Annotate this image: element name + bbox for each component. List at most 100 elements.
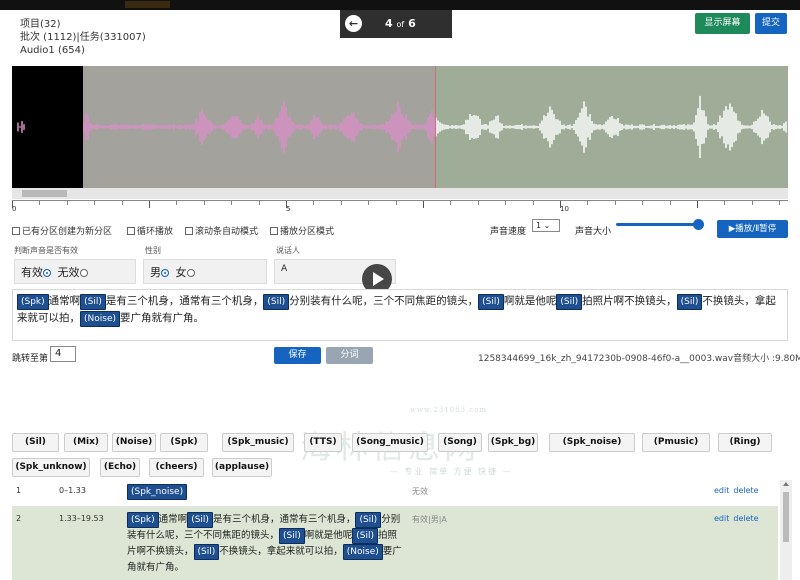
row-index: 1 <box>16 486 22 495</box>
timeline-tick <box>94 201 96 205</box>
label-tag: (Sil) <box>676 294 703 310</box>
volume-slider-handle[interactable] <box>693 219 704 230</box>
label-button[interactable]: (Noise) <box>112 433 156 452</box>
label-button[interactable]: (Spk) <box>160 433 208 452</box>
delete-link[interactable]: delete <box>733 486 758 495</box>
transcript-text: 是有三个机身，通常有三个机身， <box>105 295 264 307</box>
transcript-text: 不换镜头，拿起来就可以拍， <box>219 546 343 557</box>
show-shortcuts-button[interactable]: 显示屏幕 <box>695 13 750 34</box>
transcript-text: 啊就是他呢 <box>304 530 353 541</box>
option-play-partition[interactable]: 播放分区模式 <box>270 224 334 237</box>
timeline-tick <box>669 201 671 205</box>
waveform-scrollbar[interactable] <box>12 188 788 199</box>
timeline-tick <box>231 201 233 205</box>
row-status: 无效 <box>412 487 428 496</box>
label-button[interactable]: (Spk_bg) <box>488 433 538 452</box>
gender-male-radio[interactable] <box>161 269 169 277</box>
row-transcript: (Spk_noise) <box>127 484 402 500</box>
table-row[interactable]: 1 0–1.33 (Spk_noise) 无效 edit delete <box>12 480 778 507</box>
option-scroll-auto[interactable]: 滚动条自动模式 <box>185 224 258 237</box>
save-button[interactable]: 保存 <box>274 347 321 364</box>
watermark-url: www.231083.com <box>410 406 488 414</box>
label-tag: (Sil) <box>193 544 220 560</box>
submit-button[interactable]: 提交 <box>755 13 787 34</box>
label-button[interactable]: (Song_music) <box>352 433 428 452</box>
speaker-value: A <box>281 264 288 274</box>
timeline-tick <box>203 201 205 205</box>
label-button[interactable]: (Spk_music) <box>222 433 294 452</box>
waveform-scroll-thumb[interactable] <box>22 190 67 197</box>
option-auto-new-partition[interactable]: 已有分区创建为新分区 <box>12 224 112 237</box>
valid-no-radio[interactable] <box>79 269 88 277</box>
label-tag: (Spk) <box>127 512 159 528</box>
scroll-up-icon[interactable] <box>783 482 789 486</box>
label-button[interactable]: (Mix) <box>64 433 108 452</box>
gender-female-label: 女 <box>175 266 187 279</box>
checkbox[interactable] <box>270 227 278 235</box>
row-time: 0–1.33 <box>59 486 86 495</box>
project-label: 项目(32) <box>20 19 61 30</box>
back-arrow-icon[interactable]: ← <box>345 15 362 32</box>
jump-input[interactable]: 4 <box>50 346 76 362</box>
playhead-cursor[interactable] <box>435 66 436 188</box>
valid-yes-radio[interactable] <box>43 269 51 277</box>
checkbox[interactable] <box>12 227 20 235</box>
transcript-editor[interactable]: (Spk) 通常啊 (Sil) 是有三个机身，通常有三个机身， (Sil) 分别装有什么呢… <box>12 289 788 341</box>
label-button[interactable]: (TTS) <box>304 433 342 452</box>
checkbox[interactable] <box>127 227 135 235</box>
edit-link[interactable]: edit <box>714 514 729 523</box>
timeline-tick <box>697 201 698 208</box>
label-button[interactable]: (Spk_unknow) <box>12 458 90 477</box>
label-button[interactable]: (applause) <box>212 458 272 477</box>
volume-label: 声音大小 <box>575 227 612 237</box>
speed-label: 声音速度 <box>490 227 527 237</box>
play-pause-button[interactable]: ▶播放/Ⅱ暂停 <box>717 220 788 238</box>
row-index: 2 <box>16 514 22 523</box>
row-actions: edit delete <box>714 514 763 523</box>
timeline-tick <box>39 201 41 205</box>
task-info: 项目(32) 批次 (1112)|任务(331007) Audio1 (654) <box>20 18 146 57</box>
waveform[interactable] <box>12 66 788 188</box>
valid-radio-group: 有效 无效 <box>14 259 136 284</box>
table-scrollbar[interactable] <box>780 480 792 580</box>
checkbox[interactable] <box>185 227 193 235</box>
label-button[interactable]: (Pmusic) <box>642 433 710 452</box>
volume-slider[interactable] <box>616 223 698 226</box>
label-tag: (Sil) <box>478 294 504 310</box>
watermark: www.231083.com 海林信息网 — 专业 简单 方便 快捷 — <box>300 406 560 482</box>
transcript-text: 通常啊 <box>158 514 188 525</box>
label-button[interactable]: (Spk_noise) <box>549 433 635 452</box>
label-tag: (Noise) <box>80 311 120 327</box>
label-button[interactable]: (Song) <box>438 433 482 452</box>
top-bar <box>0 0 800 10</box>
timeline-tick <box>724 201 726 205</box>
transcript-text: 啊就是他呢 <box>503 295 557 307</box>
label-button[interactable]: (Echo) <box>100 458 140 477</box>
speaker-label: 说话人 <box>276 246 300 255</box>
label-button[interactable]: (Sil) <box>12 433 59 452</box>
timeline-tick <box>450 201 452 205</box>
gender-female-radio[interactable] <box>186 269 195 277</box>
timeline-tick <box>313 201 315 205</box>
timeline-tick <box>395 201 397 205</box>
label-tag: (Sil) <box>352 528 379 544</box>
file-info: 1258344699_16k_zh_9417230b-0908-46f0-a__… <box>478 354 800 364</box>
timeline-tick <box>176 201 178 205</box>
speed-select[interactable]: 1 ⌄ <box>532 219 560 232</box>
page-position: 4 of 6 <box>385 17 416 30</box>
transcript-text: 拍照片啊不换镜头， <box>582 295 677 307</box>
table-scroll-thumb[interactable] <box>783 492 789 542</box>
edit-link[interactable]: edit <box>714 486 729 495</box>
label-tag: (Spk) <box>17 294 49 310</box>
label-button[interactable]: (Ring) <box>718 433 772 452</box>
timeline-tick <box>258 201 260 205</box>
valid-label: 判断声音是否有效 <box>14 246 78 255</box>
table-row[interactable]: 2 1.33–19.53 (Spk) 通常啊 (Sil) 是有三个机身，通常有三个机身… <box>12 507 778 580</box>
annotation-app: 项目(32) 批次 (1112)|任务(331007) Audio1 (654)… <box>0 0 800 580</box>
label-button[interactable]: (cheers) <box>149 458 204 477</box>
delete-link[interactable]: delete <box>733 514 758 523</box>
timeline-label: 10 <box>560 205 569 213</box>
timeline-tick <box>477 201 479 205</box>
split-button[interactable]: 分词 <box>326 347 373 364</box>
option-loop-play[interactable]: 循环播放 <box>127 224 173 237</box>
